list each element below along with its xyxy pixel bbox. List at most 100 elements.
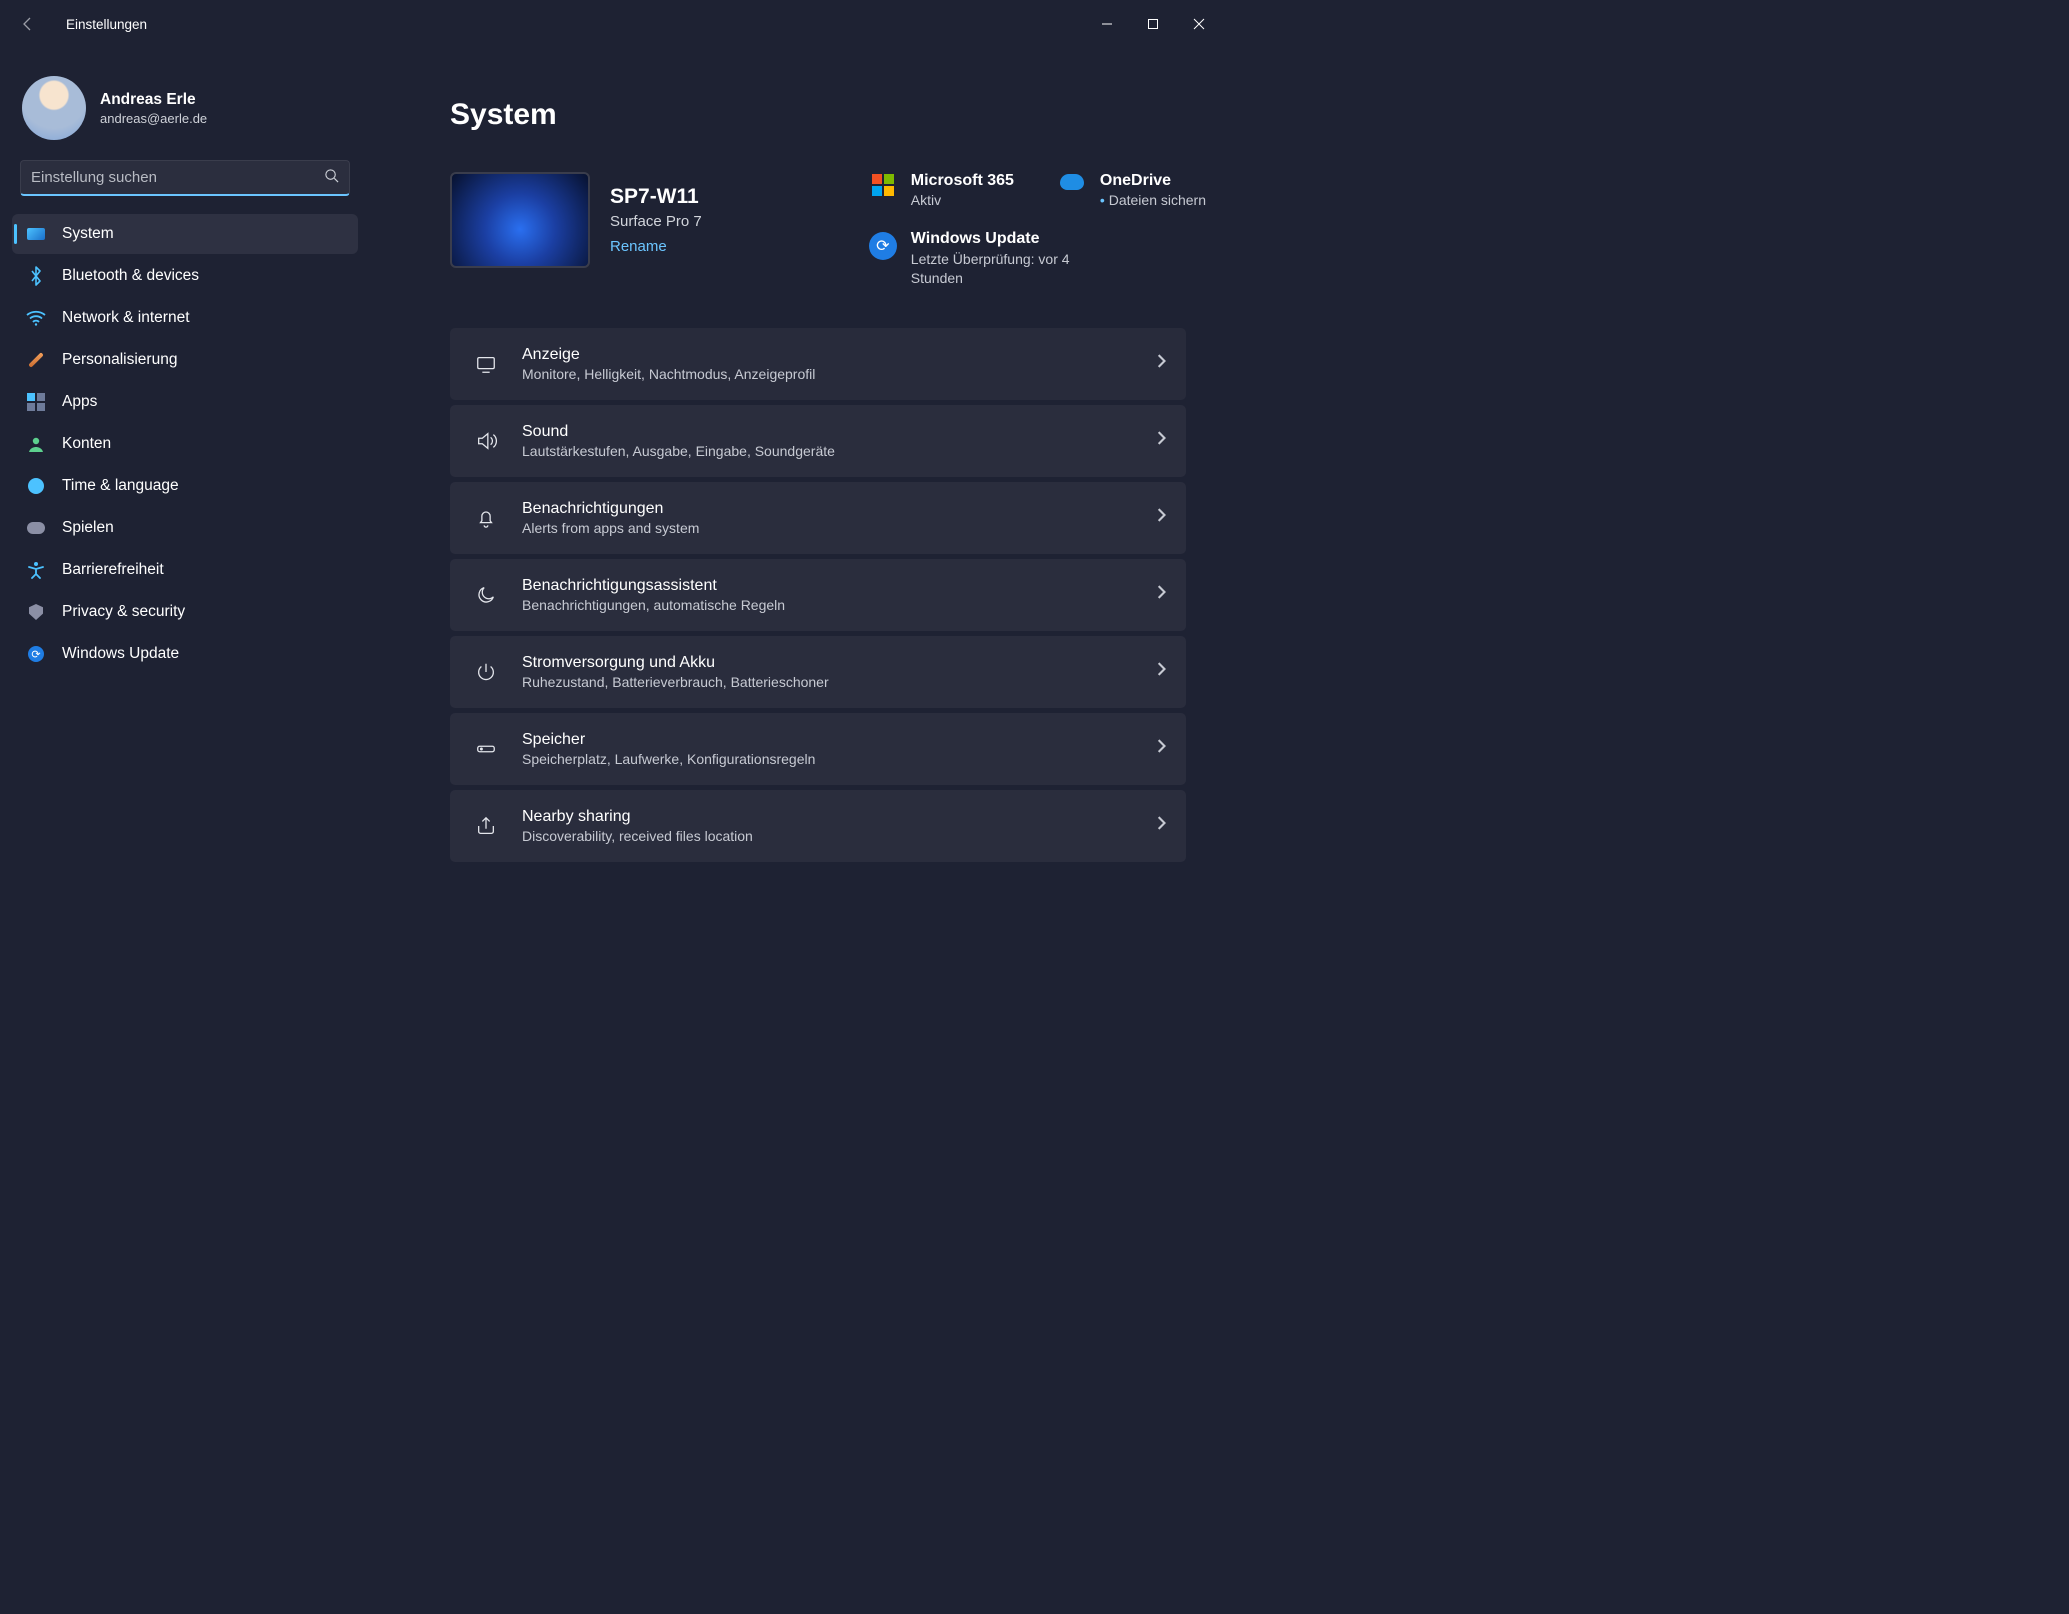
chevron-right-icon (1154, 508, 1168, 527)
settings-list: Anzeige Monitore, Helligkeit, Nachtmodus… (450, 328, 1206, 862)
sidebar-item-bluetooth[interactable]: Bluetooth & devices (12, 256, 358, 296)
hero-row: SP7-W11 Surface Pro 7 Rename Microsoft 3… (450, 172, 1206, 288)
sidebar-item-personalization[interactable]: Personalisierung (12, 340, 358, 380)
rename-link[interactable]: Rename (610, 238, 667, 255)
search-icon (324, 168, 339, 188)
sidebar-item-accounts[interactable]: Konten (12, 424, 358, 464)
sidebar-item-label: Privacy & security (62, 603, 185, 621)
status-title: Windows Update (911, 230, 1081, 248)
clock-icon (26, 476, 46, 496)
sidebar-item-label: Windows Update (62, 645, 179, 663)
accessibility-icon (26, 560, 46, 580)
maximize-button[interactable] (1130, 8, 1176, 40)
sidebar-item-accessibility[interactable]: Barrierefreiheit (12, 550, 358, 590)
share-icon (472, 815, 500, 837)
setting-sub: Lautstärkestufen, Ausgabe, Eingabe, Soun… (522, 443, 1154, 459)
chevron-right-icon (1154, 585, 1168, 604)
sidebar-item-label: Bluetooth & devices (62, 267, 199, 285)
sidebar: Andreas Erle andreas@aerle.de System (0, 48, 370, 961)
setting-title: Speicher (522, 731, 1154, 749)
wifi-icon (26, 308, 46, 328)
storage-icon (472, 738, 500, 760)
setting-title: Stromversorgung und Akku (522, 654, 1154, 672)
sidebar-item-system[interactable]: System (12, 214, 358, 254)
avatar (22, 76, 86, 140)
titlebar: Einstellungen (0, 0, 1226, 48)
sidebar-item-privacy[interactable]: Privacy & security (12, 592, 358, 632)
device-block: SP7-W11 Surface Pro 7 Rename (450, 172, 702, 268)
window-title: Einstellungen (66, 17, 147, 32)
page-title: System (450, 98, 1206, 132)
sidebar-item-gaming[interactable]: Spielen (12, 508, 358, 548)
setting-sub: Alerts from apps and system (522, 520, 1154, 536)
window-controls (1084, 8, 1222, 40)
setting-row-sound[interactable]: Sound Lautstärkestufen, Ausgabe, Eingabe… (450, 405, 1186, 477)
sidebar-item-label: Network & internet (62, 309, 190, 327)
content: System SP7-W11 Surface Pro 7 Rename (370, 48, 1226, 961)
settings-window: Einstellungen Andreas Erle andreas@aerle… (0, 0, 1226, 961)
setting-row-power[interactable]: Stromversorgung und Akku Ruhezustand, Ba… (450, 636, 1186, 708)
status-cards: Microsoft 365 Aktiv OneDrive Dateien sic… (869, 172, 1206, 288)
update-icon: ⟳ (26, 644, 46, 664)
status-card-ms365[interactable]: Microsoft 365 Aktiv (869, 172, 1014, 208)
setting-sub: Ruhezustand, Batterieverbrauch, Batterie… (522, 674, 1154, 690)
status-sub: Aktiv (911, 192, 1014, 208)
sidebar-item-apps[interactable]: Apps (12, 382, 358, 422)
update-icon: ⟳ (869, 232, 897, 260)
gamepad-icon (26, 518, 46, 538)
device-thumbnail (450, 172, 590, 268)
device-name: SP7-W11 (610, 185, 702, 209)
system-icon (26, 224, 46, 244)
sidebar-item-label: Spielen (62, 519, 114, 537)
sidebar-item-label: Personalisierung (62, 351, 177, 369)
status-title: OneDrive (1100, 172, 1206, 190)
chevron-right-icon (1154, 431, 1168, 450)
display-icon (472, 353, 500, 375)
sidebar-item-label: Barrierefreiheit (62, 561, 164, 579)
setting-title: Benachrichtigungsassistent (522, 577, 1154, 595)
status-sub: Letzte Überprüfung: vor 4 Stunden (911, 250, 1081, 288)
setting-title: Nearby sharing (522, 808, 1154, 826)
sidebar-item-time-language[interactable]: Time & language (12, 466, 358, 506)
user-icon (26, 434, 46, 454)
sidebar-item-label: Konten (62, 435, 111, 453)
setting-row-storage[interactable]: Speicher Speicherplatz, Laufwerke, Konfi… (450, 713, 1186, 785)
setting-row-nearby-sharing[interactable]: Nearby sharing Discoverability, received… (450, 790, 1186, 862)
moon-icon (472, 584, 500, 606)
chevron-right-icon (1154, 816, 1168, 835)
profile-name: Andreas Erle (100, 91, 207, 109)
onedrive-icon (1058, 174, 1086, 190)
ms365-icon (869, 174, 897, 196)
profile-email: andreas@aerle.de (100, 111, 207, 126)
close-button[interactable] (1176, 8, 1222, 40)
setting-sub: Monitore, Helligkeit, Nachtmodus, Anzeig… (522, 366, 1154, 382)
bell-icon (472, 507, 500, 529)
sidebar-item-label: System (62, 225, 114, 243)
sidebar-item-label: Apps (62, 393, 97, 411)
minimize-button[interactable] (1084, 8, 1130, 40)
brush-icon (26, 350, 46, 370)
search-box[interactable] (20, 160, 350, 196)
sidebar-item-label: Time & language (62, 477, 179, 495)
bluetooth-icon (26, 266, 46, 286)
setting-row-focus-assist[interactable]: Benachrichtigungsassistent Benachrichtig… (450, 559, 1186, 631)
nav: System Bluetooth & devices Network & int… (12, 214, 358, 674)
chevron-right-icon (1154, 354, 1168, 373)
setting-title: Benachrichtigungen (522, 500, 1154, 518)
setting-sub: Speicherplatz, Laufwerke, Konfigurations… (522, 751, 1154, 767)
back-button[interactable] (8, 4, 48, 44)
setting-title: Anzeige (522, 346, 1154, 364)
setting-row-notifications[interactable]: Benachrichtigungen Alerts from apps and … (450, 482, 1186, 554)
status-title: Microsoft 365 (911, 172, 1014, 190)
status-card-onedrive[interactable]: OneDrive Dateien sichern (1058, 172, 1206, 208)
sidebar-item-windows-update[interactable]: ⟳ Windows Update (12, 634, 358, 674)
setting-sub: Discoverability, received files location (522, 828, 1154, 844)
sidebar-item-network[interactable]: Network & internet (12, 298, 358, 338)
sound-icon (472, 430, 500, 452)
profile-block[interactable]: Andreas Erle andreas@aerle.de (12, 68, 358, 156)
setting-sub: Benachrichtigungen, automatische Regeln (522, 597, 1154, 613)
setting-row-display[interactable]: Anzeige Monitore, Helligkeit, Nachtmodus… (450, 328, 1186, 400)
status-card-windows-update[interactable]: ⟳ Windows Update Letzte Überprüfung: vor… (869, 230, 1081, 288)
search-input[interactable] (31, 169, 324, 186)
apps-icon (26, 392, 46, 412)
